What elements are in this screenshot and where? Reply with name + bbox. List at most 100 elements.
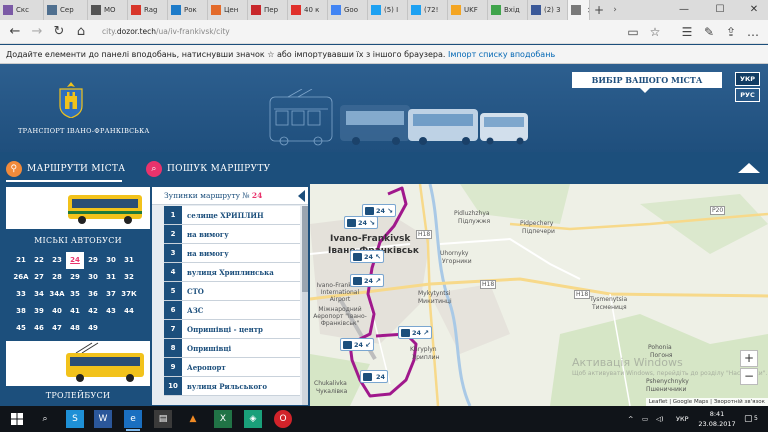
bus-route-link[interactable]: 38	[12, 303, 30, 320]
browser-tab[interactable]: МО	[88, 0, 128, 20]
edge-icon[interactable]: e	[124, 410, 142, 431]
bus-route-link[interactable]: 43	[102, 303, 120, 320]
trolley-category-title[interactable]: ТРОЛЕЙБУСИ	[6, 391, 150, 400]
bus-route-link[interactable]: 21	[12, 252, 30, 269]
city-select-dropdown[interactable]: ВИБІР ВАШОГО МІСТА	[572, 72, 722, 93]
bus-route-link[interactable]: 29	[84, 252, 102, 269]
stops-scrollbar[interactable]	[302, 206, 308, 405]
collapse-panel-icon[interactable]	[298, 190, 305, 202]
map-attribution[interactable]: Leaflet | Google Maps | Зворотній зв'язо…	[645, 398, 768, 406]
bus-route-link[interactable]: 30	[102, 252, 120, 269]
bus-route-link[interactable]: 28	[48, 269, 66, 286]
minimize-button[interactable]: —	[672, 0, 696, 20]
bus-category-image[interactable]	[6, 187, 150, 229]
zoom-out-button[interactable]: −	[740, 368, 758, 385]
bus-route-link[interactable]: 49	[84, 320, 102, 337]
stop-item[interactable]: 3 на вимогу	[164, 244, 300, 263]
browser-tab[interactable]: (72!	[408, 0, 448, 20]
word-icon[interactable]: W	[94, 410, 112, 428]
close-window-button[interactable]: ✕	[742, 0, 766, 20]
tab-scroll-right[interactable]: ›	[608, 5, 622, 15]
bus-route-link[interactable]: 45	[12, 320, 30, 337]
bus-route-link[interactable]: 23	[48, 252, 66, 269]
reading-view-icon[interactable]: ▭	[622, 25, 644, 39]
refresh-button[interactable]: ↻	[48, 24, 70, 39]
url-field[interactable]: city.dozor.tech/ua/iv-frankivsk/city	[102, 27, 622, 36]
browser-tab[interactable]: Вхід	[488, 0, 528, 20]
bus-route-link[interactable]: 48	[66, 320, 84, 337]
nav-route-search[interactable]: ⌕ ПОШУК МАРШРУТУ	[146, 160, 270, 178]
bus-route-link[interactable]: 41	[66, 303, 84, 320]
city-coat-of-arms-logo[interactable]	[58, 82, 84, 118]
forward-button[interactable]: →	[26, 24, 48, 39]
network-icon[interactable]: ▭	[642, 406, 648, 432]
browser-tab[interactable]: 40 к	[288, 0, 328, 20]
bus-route-link[interactable]: 39	[30, 303, 48, 320]
bus-route-link[interactable]: 47	[48, 320, 66, 337]
stop-item[interactable]: 5 СТО	[164, 282, 300, 301]
maximize-button[interactable]: ☐	[708, 0, 732, 20]
browser-tab[interactable]: Goo	[328, 0, 368, 20]
bus-route-link[interactable]: 31	[120, 252, 138, 269]
browser-tab[interactable]: UKF	[448, 0, 488, 20]
trolley-category-image[interactable]	[6, 341, 150, 386]
bus-marker[interactable]: 24 ↘	[344, 216, 378, 229]
home-icon[interactable]: ⌂	[70, 24, 92, 39]
bus-route-link[interactable]: 36	[84, 286, 102, 303]
bus-route-link[interactable]: 27	[30, 269, 48, 286]
action-center-icon[interactable]: ▢	[744, 406, 753, 432]
lang-ukr-button[interactable]: УКР	[735, 72, 760, 86]
search-taskbar-icon[interactable]: ⌕	[36, 410, 54, 428]
stop-item[interactable]: 9 Аеропорт	[164, 358, 300, 377]
bus-marker[interactable]: 24 ↙	[340, 338, 374, 351]
browser-tab[interactable]: (2) 3	[528, 0, 568, 20]
bus-route-link[interactable]: 29	[66, 269, 84, 286]
bus-route-link[interactable]: 37	[102, 286, 120, 303]
bus-route-link[interactable]: 40	[48, 303, 66, 320]
file-explorer-icon[interactable]: ▤	[154, 410, 172, 428]
browser-tab[interactable]: (5) I	[368, 0, 408, 20]
opera-icon[interactable]: O	[274, 410, 292, 428]
bus-route-link[interactable]: 35	[66, 286, 84, 303]
bus-marker[interactable]: 24 ↗	[398, 326, 432, 339]
bus-route-link[interactable]: 30	[84, 269, 102, 286]
stop-item[interactable]: 1 селище ХРИПЛИН	[164, 206, 300, 225]
bus-route-link[interactable]: 33	[12, 286, 30, 303]
excel-icon[interactable]: X	[214, 410, 232, 428]
volume-icon[interactable]: ◁)	[656, 406, 664, 432]
bus-category-title[interactable]: МІСЬКІ АВТОБУСИ	[6, 236, 150, 245]
skype-icon[interactable]: S	[66, 410, 84, 428]
browser-tab[interactable]: Пер	[248, 0, 288, 20]
stops-scrollbar-thumb[interactable]	[302, 206, 308, 292]
start-button[interactable]	[8, 410, 26, 428]
import-favorites-link[interactable]: Імпорт списку вподобань	[448, 50, 555, 59]
bus-route-link[interactable]: 44	[120, 303, 138, 320]
vlc-icon[interactable]: ▲	[184, 410, 202, 428]
stop-item[interactable]: 2 на вимогу	[164, 225, 300, 244]
favorite-star-icon[interactable]: ☆	[644, 25, 666, 39]
browser-tab[interactable]: Цен	[208, 0, 248, 20]
system-clock[interactable]: 8:41 23.08.2017	[697, 409, 737, 429]
store-icon[interactable]: ◈	[244, 410, 262, 428]
hub-icon[interactable]: ☰	[676, 25, 698, 39]
browser-tab[interactable]: Скс	[0, 0, 44, 20]
back-button[interactable]: ←	[4, 24, 26, 39]
zoom-in-button[interactable]: +	[740, 350, 758, 367]
bus-route-link[interactable]: 34А	[48, 286, 66, 303]
bus-route-link[interactable]: 46	[30, 320, 48, 337]
tray-up-arrow-icon[interactable]: ^	[628, 406, 633, 432]
collapse-header-icon[interactable]	[738, 163, 760, 173]
browser-tab[interactable]: Rag	[128, 0, 168, 20]
browser-tab[interactable]: Сер	[44, 0, 88, 20]
stop-item[interactable]: 10 вулиця Рильського	[164, 377, 300, 396]
bus-marker[interactable]: 24	[360, 370, 388, 383]
browser-tab[interactable]: ✕	[568, 0, 590, 20]
new-tab-button[interactable]: +	[590, 0, 608, 20]
bus-route-link[interactable]: 26А	[12, 269, 30, 286]
web-note-icon[interactable]: ✎	[698, 25, 720, 39]
stop-item[interactable]: 7 Опришівці - центр	[164, 320, 300, 339]
bus-route-link[interactable]: 34	[30, 286, 48, 303]
stop-item[interactable]: 4 вулиця Хриплинська	[164, 263, 300, 282]
bus-route-link[interactable]: 32	[120, 269, 138, 286]
bus-route-link[interactable]: 31	[102, 269, 120, 286]
